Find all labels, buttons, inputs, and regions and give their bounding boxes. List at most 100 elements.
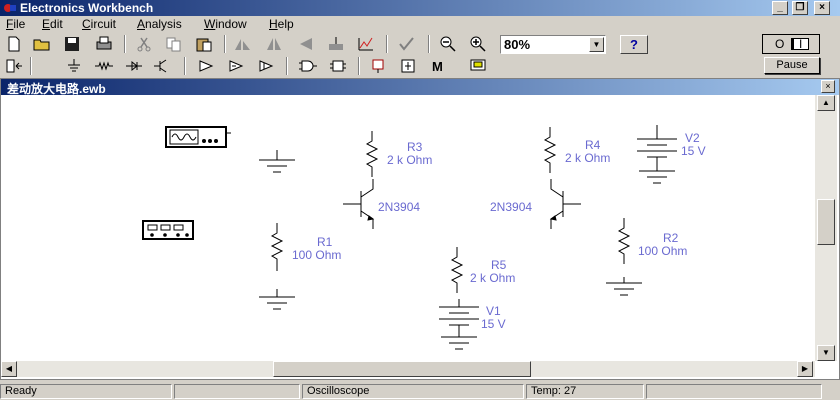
resistor-r3[interactable] (365, 131, 379, 177)
status-bar: Ready Oscilloscope Temp: 27 (0, 383, 840, 400)
menu-file[interactable]: File (4, 16, 27, 34)
q2-model: 2N3904 (490, 200, 533, 214)
save-icon[interactable] (62, 35, 82, 53)
subcircuit-icon[interactable] (396, 35, 416, 53)
pause-button[interactable]: Pause (764, 57, 820, 74)
minimize-button[interactable]: _ (772, 1, 788, 15)
print-icon[interactable] (94, 35, 114, 53)
app-title: Electronics Workbench (20, 1, 154, 15)
circuit-window-title-bar[interactable]: 差动放大电路.ewb × (1, 79, 839, 96)
status-temperature: Temp: 27 (526, 384, 644, 399)
power-switch[interactable]: O I (762, 34, 820, 54)
flip-horizontal-icon[interactable] (264, 35, 284, 53)
help-button[interactable]: ? (620, 35, 648, 54)
toolbar-separator (184, 57, 186, 75)
transistors-bin-icon[interactable] (152, 57, 172, 75)
scroll-up-icon[interactable]: ▲ (817, 95, 835, 111)
resistor-r2[interactable] (617, 218, 631, 264)
flip-vertical-icon[interactable] (296, 35, 316, 53)
new-file-icon[interactable] (4, 35, 24, 53)
resistor-r1[interactable] (270, 223, 284, 271)
circuit-window: 差动放大电路.ewb × R3 2 k Ohm R4 2 k Ohm V2 15… (0, 78, 840, 380)
basic-bin-icon[interactable] (94, 57, 114, 75)
instruments-bin-icon[interactable] (468, 57, 488, 75)
menu-help[interactable]: Help (267, 16, 296, 34)
status-ready: Ready (0, 384, 172, 399)
component-properties-icon[interactable] (326, 35, 346, 53)
status-empty-pane (174, 384, 300, 399)
resistor-r5[interactable] (450, 247, 464, 293)
menu-analysis[interactable]: Analysis (135, 16, 184, 34)
zoom-value: 80% (504, 37, 531, 52)
v2-value: 15 V (681, 144, 706, 158)
open-folder-icon[interactable] (32, 35, 52, 53)
toolbar-separator (386, 35, 388, 53)
r2-value: 100 Ohm (638, 244, 688, 258)
digital-ics-bin-icon[interactable] (256, 57, 276, 75)
miscellaneous-bin-icon[interactable]: M (428, 57, 448, 75)
analog-ics-bin-icon[interactable] (196, 57, 216, 75)
diodes-bin-icon[interactable] (124, 57, 144, 75)
app-icon (4, 4, 16, 12)
close-button[interactable]: × (814, 1, 830, 15)
mixed-ics-bin-icon[interactable] (226, 57, 246, 75)
svg-text:M: M (432, 59, 443, 74)
scroll-left-icon[interactable]: ◀ (1, 361, 17, 377)
restore-button[interactable]: ❐ (792, 1, 808, 15)
indicators-bin-icon[interactable] (368, 57, 388, 75)
battery-v2[interactable] (637, 125, 677, 184)
toolbar-separator (124, 35, 126, 53)
circuit-canvas[interactable]: R3 2 k Ohm R4 2 k Ohm V2 15 V 2N3904 2N3… (1, 95, 815, 361)
ground-symbol[interactable] (606, 277, 642, 296)
toolbar-separator (286, 57, 288, 75)
horizontal-scrollbar[interactable]: ◀ ▶ (1, 361, 815, 377)
menu-circuit[interactable]: Circuit (80, 16, 118, 34)
transistor-q1[interactable] (343, 179, 375, 229)
scroll-right-icon[interactable]: ▶ (797, 361, 813, 377)
ground-symbol[interactable] (259, 289, 295, 310)
app-title-bar[interactable]: Electronics Workbench _ ❐ × (0, 0, 840, 16)
menu-bar: File Edit Circuit Analysis Window Help (0, 16, 840, 34)
ground-symbol[interactable] (259, 150, 295, 173)
r4-value: 2 k Ohm (565, 151, 611, 165)
graph-icon[interactable] (356, 35, 376, 53)
resistor-r4[interactable] (543, 127, 557, 173)
oscilloscope-icon[interactable] (165, 126, 231, 148)
toolbar-separator (428, 35, 430, 53)
toolbar-separator (224, 35, 226, 53)
power-off-label: O (775, 37, 785, 51)
zoom-select[interactable]: 80% ▼ (500, 35, 606, 54)
function-generator-icon[interactable] (142, 220, 194, 240)
vertical-scroll-thumb[interactable] (817, 199, 835, 245)
status-empty-pane (646, 384, 822, 399)
vertical-scrollbar[interactable]: ▲ ▼ (815, 95, 837, 361)
battery-v1[interactable] (439, 299, 479, 350)
document-close-button[interactable]: × (821, 80, 835, 93)
logic-gates-bin-icon[interactable] (298, 57, 318, 75)
cut-icon[interactable] (134, 35, 154, 53)
transistor-q2[interactable] (549, 179, 581, 229)
sources-bin-icon[interactable] (64, 57, 84, 75)
menu-edit[interactable]: Edit (40, 16, 65, 34)
digital-bin-icon[interactable] (328, 57, 348, 75)
zoom-in-icon[interactable] (468, 35, 488, 53)
chevron-down-icon[interactable]: ▼ (589, 37, 604, 52)
scroll-down-icon[interactable]: ▼ (817, 345, 835, 361)
menu-window[interactable]: Window (202, 16, 249, 34)
controls-bin-icon[interactable] (398, 57, 418, 75)
r1-value: 100 Ohm (292, 248, 342, 262)
r3-value: 2 k Ohm (387, 153, 433, 167)
favorites-bin-icon[interactable] (4, 57, 24, 75)
r5-value: 2 k Ohm (470, 271, 516, 285)
rotate-icon[interactable] (232, 35, 252, 53)
q1-model: 2N3904 (378, 200, 421, 214)
status-instrument: Oscilloscope (302, 384, 524, 399)
main-toolbar (0, 33, 840, 55)
parts-bin-toolbar: M (0, 55, 840, 77)
copy-icon[interactable] (164, 35, 184, 53)
zoom-out-icon[interactable] (438, 35, 458, 53)
horizontal-scroll-thumb[interactable] (273, 361, 531, 377)
power-on-label: I (799, 37, 803, 51)
toolbar-separator (30, 57, 32, 75)
paste-icon[interactable] (194, 35, 214, 53)
